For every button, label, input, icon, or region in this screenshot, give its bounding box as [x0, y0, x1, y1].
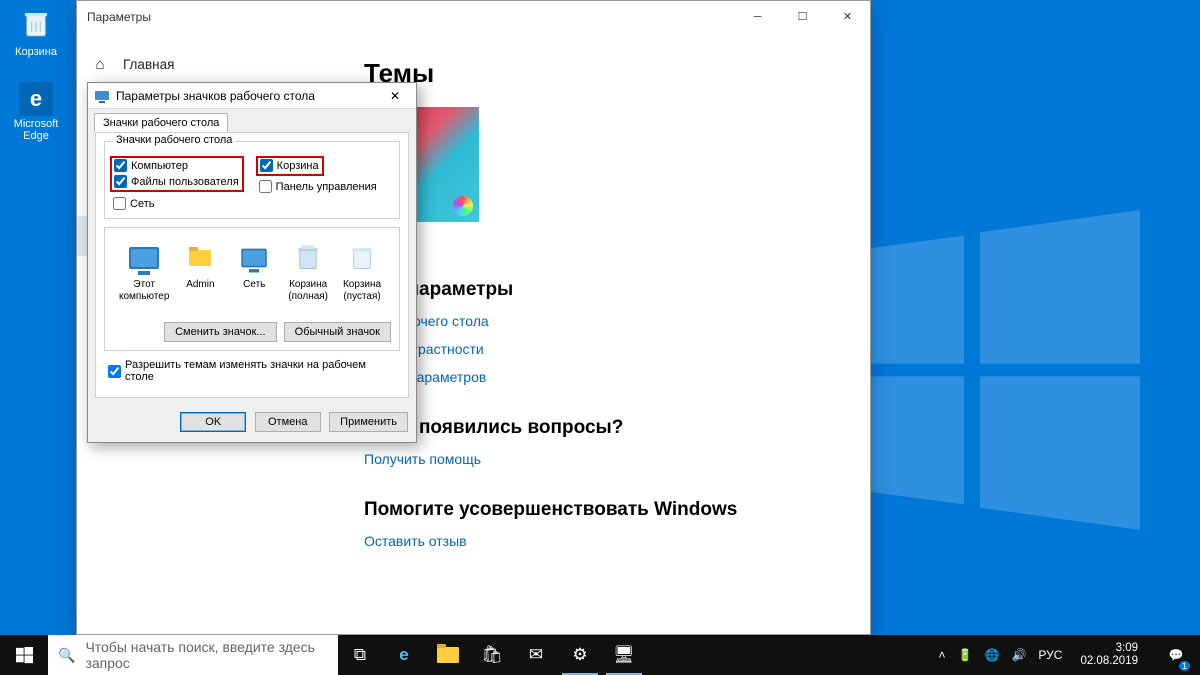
- taskbar-mail[interactable]: ✉: [514, 635, 558, 675]
- edge-icon: e: [19, 82, 53, 116]
- taskbar: 🔍 Чтобы начать поиск, введите здесь запр…: [0, 635, 1200, 675]
- search-icon: 🔍: [58, 647, 75, 664]
- tray-clock[interactable]: 3:09 02.08.2019: [1074, 642, 1144, 668]
- tray-volume-icon[interactable]: 🔊: [1011, 648, 1026, 662]
- search-placeholder: Чтобы начать поиск, введите здесь запрос: [85, 639, 328, 671]
- home-icon: ⌂: [91, 56, 109, 73]
- icon-preview-list[interactable]: Этот компьютер Admin Сеть Корзина (полна…: [113, 231, 391, 316]
- ok-button[interactable]: OK: [180, 412, 246, 432]
- taskbar-explorer[interactable]: [426, 635, 470, 675]
- fieldset-legend: Значки рабочего стола: [113, 134, 235, 146]
- chk-recycle[interactable]: Корзина: [260, 159, 319, 172]
- sidebar-item-label: Главная: [123, 57, 174, 72]
- taskbar-store[interactable]: 🛍: [470, 635, 514, 675]
- taskbar-running-app[interactable]: 🖥: [602, 635, 646, 675]
- chk-userfiles[interactable]: Файлы пользователя: [114, 175, 239, 188]
- desktop-icon-settings-dialog: Параметры значков рабочего стола ✕ Значк…: [87, 82, 417, 443]
- icon-recycle-full[interactable]: Корзина (полная): [285, 241, 331, 302]
- minimize-button[interactable]: ─: [735, 1, 780, 32]
- chk-computer[interactable]: Компьютер: [114, 159, 239, 172]
- link-feedback[interactable]: Оставить отзыв: [364, 533, 467, 549]
- icon-recycle-empty[interactable]: Корзина (пустая): [339, 241, 385, 302]
- tray-notifications[interactable]: 💬 1: [1156, 635, 1196, 675]
- notification-icon: 💬: [1169, 648, 1184, 662]
- page-title: Темы: [364, 58, 846, 89]
- tray-language[interactable]: РУС: [1038, 648, 1062, 662]
- dialog-close-button[interactable]: ✕: [380, 89, 410, 103]
- maximize-button[interactable]: ☐: [780, 1, 825, 32]
- sounds-label: звуки: [364, 234, 846, 249]
- recycle-bin-icon: [16, 4, 56, 44]
- dialog-tab[interactable]: Значки рабочего стола: [94, 113, 228, 132]
- settings-content: Темы звуки щие параметры ков рабочего ст…: [340, 32, 870, 634]
- taskbar-edge[interactable]: e: [382, 635, 426, 675]
- default-icon-button[interactable]: Обычный значок: [284, 322, 391, 342]
- dialog-icon: [94, 88, 110, 104]
- change-icon-button[interactable]: Сменить значок...: [164, 322, 277, 342]
- desktop-icon-label: Корзина: [6, 46, 66, 58]
- close-button[interactable]: ✕: [825, 1, 870, 32]
- icon-admin[interactable]: Admin: [177, 241, 223, 302]
- icon-network[interactable]: Сеть: [231, 241, 277, 302]
- cancel-button[interactable]: Отмена: [255, 412, 321, 432]
- chk-network[interactable]: Сеть: [113, 197, 391, 210]
- settings-title: Параметры: [87, 10, 151, 24]
- desktop-icon-label: Microsoft Edge: [6, 118, 66, 142]
- tray-battery-icon[interactable]: 🔋: [958, 648, 973, 662]
- apply-button[interactable]: Применить: [329, 412, 408, 432]
- tray-network-icon[interactable]: 🌐: [985, 648, 1000, 662]
- desktop-icon-recycle-bin[interactable]: Корзина: [6, 4, 66, 58]
- tray-chevron-icon[interactable]: ˄: [939, 648, 946, 662]
- start-button[interactable]: [0, 635, 48, 675]
- link-help[interactable]: Получить помощь: [364, 451, 481, 467]
- chk-allow-themes[interactable]: Разрешить темам изменять значки на рабоч…: [108, 359, 396, 383]
- section-help: У вас появились вопросы?: [364, 417, 846, 439]
- taskbar-settings[interactable]: ⚙: [558, 635, 602, 675]
- notification-badge: 1: [1179, 661, 1190, 671]
- taskbar-search[interactable]: 🔍 Чтобы начать поиск, введите здесь запр…: [48, 635, 338, 675]
- dialog-title-label: Параметры значков рабочего стола: [116, 89, 315, 103]
- task-view-button[interactable]: ⧉: [338, 635, 382, 675]
- chk-cpl[interactable]: Панель управления: [259, 180, 377, 193]
- section-feedback: Помогите усовершенствовать Windows: [364, 499, 846, 521]
- sidebar-home[interactable]: ⌂ Главная: [77, 44, 340, 84]
- section-related: щие параметры: [364, 279, 846, 301]
- icon-this-pc[interactable]: Этот компьютер: [119, 241, 169, 302]
- desktop-icon-edge[interactable]: e Microsoft Edge: [6, 82, 66, 142]
